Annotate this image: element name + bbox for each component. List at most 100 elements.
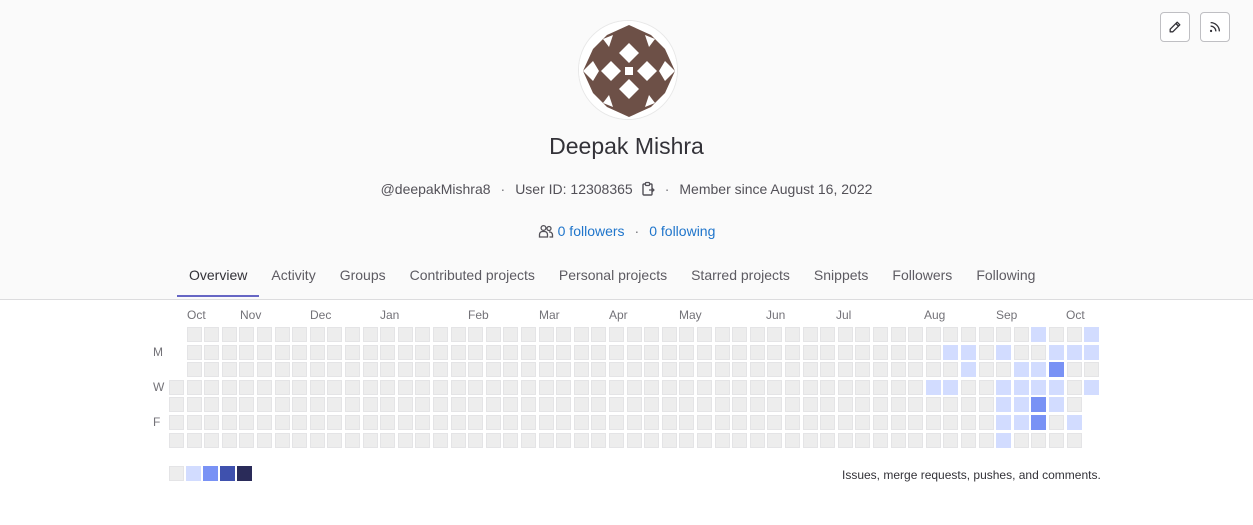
calendar-day-cell[interactable]	[556, 362, 571, 377]
copy-user-id-button[interactable]	[641, 181, 655, 197]
calendar-day-cell[interactable]	[627, 415, 642, 430]
calendar-day-cell[interactable]	[380, 362, 395, 377]
rss-feed-button[interactable]	[1200, 12, 1230, 42]
calendar-day-cell[interactable]	[574, 327, 589, 342]
calendar-day-cell[interactable]	[451, 327, 466, 342]
calendar-day-cell[interactable]	[204, 362, 219, 377]
calendar-day-cell[interactable]	[574, 380, 589, 395]
calendar-day-cell[interactable]	[662, 380, 677, 395]
calendar-day-cell[interactable]	[257, 327, 272, 342]
calendar-day-cell[interactable]	[679, 327, 694, 342]
calendar-day-cell[interactable]	[239, 433, 254, 448]
calendar-day-cell[interactable]	[627, 380, 642, 395]
calendar-day-cell[interactable]	[855, 327, 870, 342]
calendar-day-cell[interactable]	[750, 415, 765, 430]
calendar-day-cell[interactable]	[855, 397, 870, 412]
tab-groups[interactable]: Groups	[328, 258, 398, 297]
calendar-day-cell[interactable]	[609, 362, 624, 377]
calendar-day-cell[interactable]	[732, 397, 747, 412]
calendar-day-cell[interactable]	[961, 380, 976, 395]
calendar-day-cell[interactable]	[169, 415, 184, 430]
calendar-day-cell[interactable]	[239, 415, 254, 430]
calendar-day-cell[interactable]	[486, 397, 501, 412]
calendar-day-cell[interactable]	[591, 415, 606, 430]
calendar-day-cell[interactable]	[433, 397, 448, 412]
calendar-day-cell[interactable]	[609, 327, 624, 342]
calendar-day-cell[interactable]	[750, 345, 765, 360]
calendar-day-cell[interactable]	[644, 415, 659, 430]
calendar-day-cell[interactable]	[979, 327, 994, 342]
calendar-day-cell[interactable]	[503, 327, 518, 342]
calendar-day-cell[interactable]	[750, 433, 765, 448]
calendar-day-cell[interactable]	[627, 397, 642, 412]
calendar-day-cell[interactable]	[521, 362, 536, 377]
calendar-day-cell[interactable]	[275, 380, 290, 395]
calendar-day-cell[interactable]	[820, 327, 835, 342]
calendar-day-cell[interactable]	[803, 415, 818, 430]
calendar-day-cell[interactable]	[679, 362, 694, 377]
calendar-day-cell[interactable]	[327, 345, 342, 360]
calendar-day-cell[interactable]	[503, 415, 518, 430]
calendar-day-cell[interactable]	[574, 415, 589, 430]
calendar-day-cell[interactable]	[204, 345, 219, 360]
calendar-day-cell[interactable]	[908, 362, 923, 377]
calendar-day-cell[interactable]	[979, 397, 994, 412]
calendar-day-cell[interactable]	[310, 345, 325, 360]
calendar-day-cell[interactable]	[785, 397, 800, 412]
calendar-day-cell[interactable]	[855, 433, 870, 448]
calendar-day-cell[interactable]	[574, 362, 589, 377]
calendar-day-cell[interactable]	[451, 415, 466, 430]
calendar-day-cell[interactable]	[1067, 397, 1082, 412]
calendar-day-cell[interactable]	[398, 345, 413, 360]
calendar-day-cell[interactable]	[961, 433, 976, 448]
calendar-day-cell[interactable]	[257, 415, 272, 430]
calendar-day-cell[interactable]	[996, 327, 1011, 342]
calendar-day-cell[interactable]	[539, 397, 554, 412]
calendar-day-cell[interactable]	[310, 327, 325, 342]
calendar-day-cell[interactable]	[1014, 415, 1029, 430]
calendar-day-cell[interactable]	[785, 433, 800, 448]
calendar-day-cell[interactable]	[292, 415, 307, 430]
calendar-day-cell[interactable]	[521, 380, 536, 395]
calendar-day-cell[interactable]	[1014, 397, 1029, 412]
calendar-day-cell[interactable]	[363, 415, 378, 430]
calendar-day-cell[interactable]	[715, 433, 730, 448]
calendar-day-cell[interactable]	[609, 380, 624, 395]
calendar-day-cell[interactable]	[539, 380, 554, 395]
calendar-day-cell[interactable]	[750, 380, 765, 395]
calendar-day-cell[interactable]	[363, 327, 378, 342]
calendar-day-cell[interactable]	[222, 397, 237, 412]
calendar-day-cell[interactable]	[345, 327, 360, 342]
calendar-day-cell[interactable]	[855, 362, 870, 377]
calendar-day-cell[interactable]	[996, 380, 1011, 395]
calendar-day-cell[interactable]	[486, 327, 501, 342]
calendar-day-cell[interactable]	[1049, 397, 1064, 412]
calendar-day-cell[interactable]	[873, 415, 888, 430]
calendar-day-cell[interactable]	[574, 345, 589, 360]
calendar-day-cell[interactable]	[891, 415, 906, 430]
calendar-day-cell[interactable]	[679, 397, 694, 412]
calendar-day-cell[interactable]	[187, 397, 202, 412]
calendar-day-cell[interactable]	[486, 362, 501, 377]
calendar-day-cell[interactable]	[715, 397, 730, 412]
calendar-day-cell[interactable]	[662, 397, 677, 412]
calendar-day-cell[interactable]	[627, 345, 642, 360]
calendar-day-cell[interactable]	[380, 380, 395, 395]
calendar-day-cell[interactable]	[891, 380, 906, 395]
calendar-day-cell[interactable]	[627, 362, 642, 377]
calendar-day-cell[interactable]	[187, 362, 202, 377]
calendar-day-cell[interactable]	[838, 415, 853, 430]
tab-overview[interactable]: Overview	[177, 258, 260, 297]
calendar-day-cell[interactable]	[644, 327, 659, 342]
calendar-day-cell[interactable]	[415, 362, 430, 377]
calendar-day-cell[interactable]	[556, 415, 571, 430]
calendar-day-cell[interactable]	[433, 345, 448, 360]
calendar-day-cell[interactable]	[961, 397, 976, 412]
calendar-day-cell[interactable]	[767, 415, 782, 430]
calendar-day-cell[interactable]	[310, 380, 325, 395]
calendar-day-cell[interactable]	[398, 415, 413, 430]
calendar-day-cell[interactable]	[591, 345, 606, 360]
calendar-day-cell[interactable]	[222, 362, 237, 377]
calendar-day-cell[interactable]	[803, 345, 818, 360]
calendar-day-cell[interactable]	[732, 415, 747, 430]
